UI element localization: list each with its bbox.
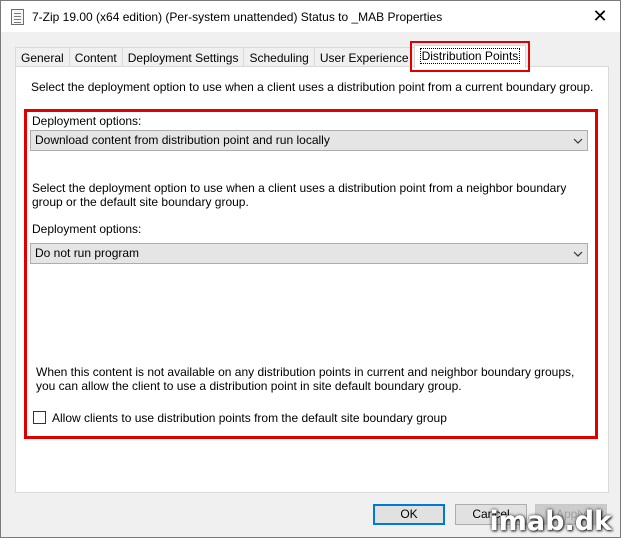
tab-general[interactable]: General <box>15 47 70 68</box>
tab-distribution-points-label: Distribution Points <box>419 48 521 64</box>
current-boundary-description: Select the deployment option to use when… <box>31 80 594 94</box>
deployment-options-dropdown-2[interactable]: Do not run program <box>30 243 588 264</box>
deployment-option-2-value: Do not run program <box>35 246 140 260</box>
document-properties-icon <box>11 9 24 25</box>
properties-dialog: 7-Zip 19.00 (x64 edition) (Per-system un… <box>0 0 621 538</box>
tab-deployment-settings[interactable]: Deployment Settings <box>121 47 245 68</box>
deployment-options-label-1: Deployment options: <box>32 114 142 128</box>
deployment-options-label-2: Deployment options: <box>32 222 142 236</box>
window-title: 7-Zip 19.00 (x64 edition) (Per-system un… <box>32 10 443 24</box>
highlight-box: Deployment options: Download content fro… <box>24 109 598 439</box>
distribution-points-panel: Select the deployment option to use when… <box>15 66 609 493</box>
deployment-options-dropdown-1[interactable]: Download content from distribution point… <box>30 130 588 151</box>
fallback-note: When this content is not available on an… <box>36 365 575 393</box>
chevron-down-icon <box>573 138 583 144</box>
title-bar: 7-Zip 19.00 (x64 edition) (Per-system un… <box>1 1 620 32</box>
tab-content[interactable]: Content <box>68 47 123 68</box>
tab-distribution-points[interactable]: Distribution Points <box>409 41 531 72</box>
watermark-logo: imab.dk <box>489 506 612 537</box>
close-icon[interactable]: ✕ <box>580 1 620 32</box>
tab-user-experience[interactable]: User Experience <box>313 47 415 68</box>
tab-strip: General Content Deployment Settings Sche… <box>15 41 531 72</box>
chevron-down-icon <box>573 251 583 257</box>
allow-default-site-checkbox-label[interactable]: Allow clients to use distribution points… <box>52 411 447 425</box>
deployment-option-1-value: Download content from distribution point… <box>35 133 330 147</box>
allow-default-site-checkbox[interactable] <box>33 411 46 424</box>
neighbor-boundary-description: Select the deployment option to use when… <box>32 181 567 209</box>
tab-scheduling[interactable]: Scheduling <box>243 47 315 68</box>
ok-button[interactable]: OK <box>373 504 445 525</box>
